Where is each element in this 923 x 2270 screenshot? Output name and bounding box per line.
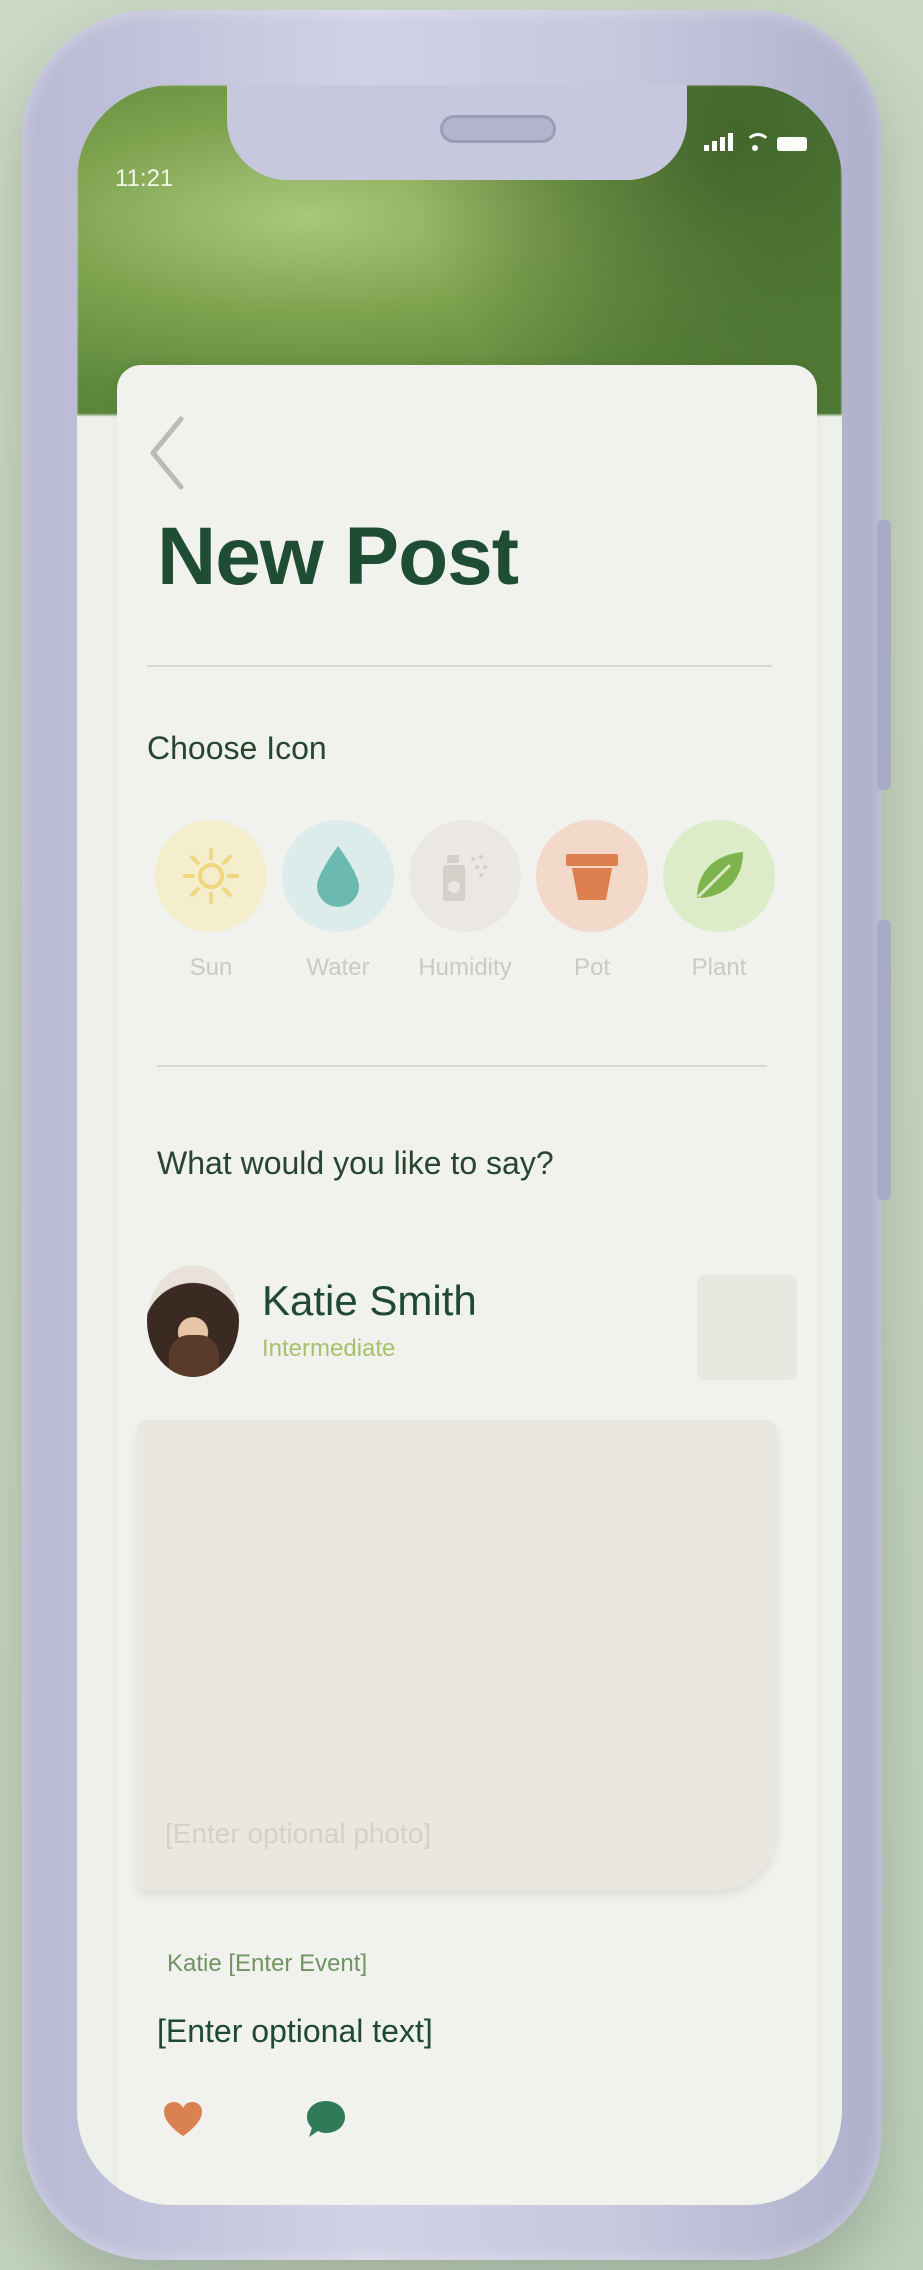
back-chevron-icon[interactable] bbox=[147, 413, 187, 493]
author-name: Katie Smith bbox=[262, 1277, 477, 1324]
icon-label-humidity: Humidity bbox=[418, 954, 512, 981]
phone-frame: 11:21 New Post Choose Icon Sun Water Hum… bbox=[22, 10, 891, 2260]
photo-placeholder: [Enter optional photo] bbox=[165, 1818, 432, 1849]
comment-icon[interactable] bbox=[304, 2098, 348, 2140]
icon-option-water[interactable]: Water bbox=[282, 820, 394, 982]
icon-options: Sun Water Humidity Pot Plant bbox=[155, 820, 775, 982]
choose-icon-label: Choose Icon bbox=[147, 730, 327, 766]
side-button-top bbox=[877, 520, 891, 790]
compose-prompt: What would you like to say? bbox=[157, 1145, 554, 1181]
status-icons bbox=[704, 133, 807, 151]
photo-upload-area[interactable]: [Enter optional photo] bbox=[137, 1420, 777, 1890]
status-time: 11:21 bbox=[115, 165, 174, 192]
screen: 11:21 New Post Choose Icon Sun Water Hum… bbox=[77, 85, 842, 2205]
author-row: Katie Smith Intermediate bbox=[147, 1265, 797, 1385]
post-action-box[interactable] bbox=[697, 1275, 797, 1380]
humidity-circle bbox=[409, 820, 521, 932]
wifi-icon bbox=[743, 133, 771, 151]
notch bbox=[227, 85, 687, 180]
icon-label-plant: Plant bbox=[691, 954, 747, 981]
icon-option-pot[interactable]: Pot bbox=[536, 820, 648, 982]
humidifier-icon bbox=[443, 855, 487, 901]
side-button-bottom bbox=[877, 920, 891, 1200]
icon-option-plant[interactable]: Plant bbox=[663, 820, 775, 982]
signal-icon bbox=[704, 133, 733, 151]
water-circle bbox=[282, 820, 394, 932]
plant-circle bbox=[663, 820, 775, 932]
page-title: New Post bbox=[157, 511, 519, 602]
battery-icon bbox=[777, 137, 807, 151]
icons-divider bbox=[157, 1065, 767, 1067]
icon-option-sun[interactable]: Sun bbox=[155, 820, 267, 982]
author-level: Intermediate bbox=[262, 1335, 396, 1362]
heart-icon[interactable] bbox=[162, 2100, 204, 2138]
sun-icon bbox=[183, 848, 239, 904]
sun-circle bbox=[155, 820, 267, 932]
post-text-input[interactable]: [Enter optional text] bbox=[157, 2013, 433, 2050]
icon-label-sun: Sun bbox=[189, 954, 233, 981]
icon-option-humidity[interactable]: Humidity bbox=[409, 820, 521, 982]
icon-label-pot: Pot bbox=[573, 954, 611, 981]
title-divider bbox=[147, 665, 772, 667]
leaf-icon bbox=[697, 852, 743, 898]
event-line[interactable]: Katie [Enter Event] bbox=[167, 1950, 367, 1978]
speaker bbox=[440, 115, 556, 143]
water-drop-icon bbox=[317, 846, 359, 907]
icon-label-water: Water bbox=[306, 954, 370, 981]
new-post-card: New Post Choose Icon Sun Water Humidity … bbox=[117, 365, 817, 2205]
pot-circle bbox=[536, 820, 648, 932]
pot-icon bbox=[566, 854, 618, 900]
reactions bbox=[162, 2098, 348, 2140]
avatar bbox=[147, 1265, 239, 1377]
